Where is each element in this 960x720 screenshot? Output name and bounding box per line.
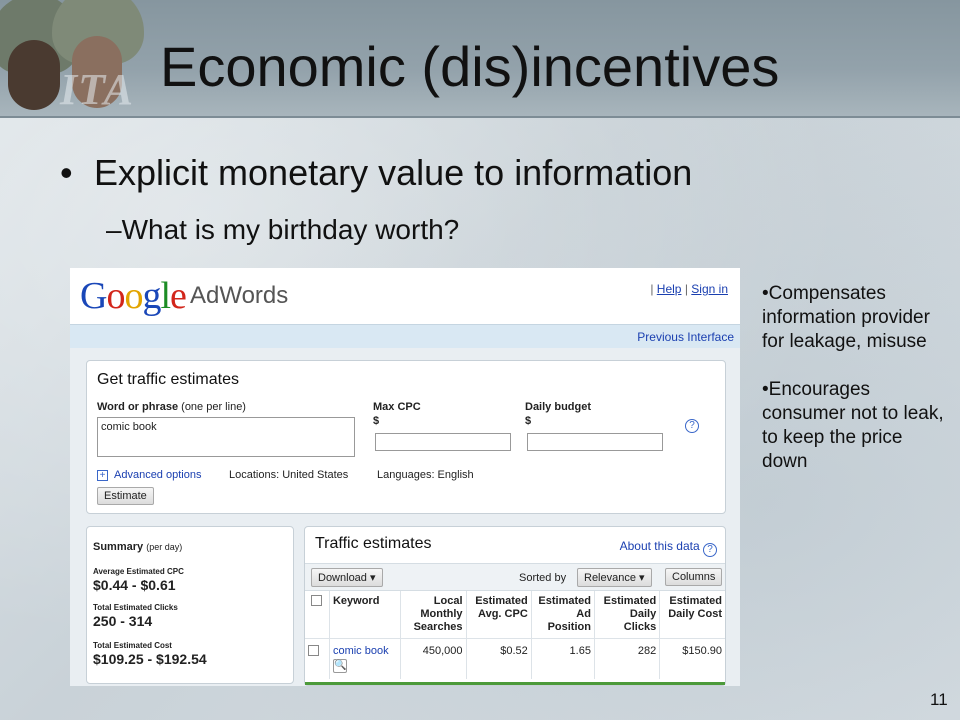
languages-text: Languages: English	[377, 469, 474, 481]
advanced-options-link[interactable]: + Advanced options	[97, 469, 201, 481]
help-link[interactable]: Help	[657, 282, 682, 296]
about-help-icon: ?	[703, 543, 717, 557]
col-position[interactable]: Estimated Ad Position	[531, 591, 595, 639]
select-all-checkbox[interactable]	[311, 595, 323, 606]
word-label: Word or phrase (one per line)	[97, 401, 246, 413]
table-toolbar: Download ▾ Sorted by Relevance ▾ Columns	[305, 563, 725, 591]
traffic-title: Traffic estimates	[315, 535, 432, 552]
previous-interface-link[interactable]: Previous Interface	[637, 330, 734, 344]
page-number: 11	[930, 690, 948, 709]
col-cpc[interactable]: Estimated Avg. CPC	[466, 591, 532, 639]
estimate-button[interactable]: Estimate	[97, 487, 154, 505]
about-data-link[interactable]: About this data ?	[620, 539, 717, 557]
bullet-dot: •	[60, 152, 73, 193]
col-keyword[interactable]: Keyword	[329, 591, 402, 639]
traffic-table: Keyword Local Monthly Searches Estimated…	[305, 591, 725, 679]
row-checkbox[interactable]	[308, 645, 319, 656]
sub-bullet: –What is my birthday worth?	[106, 214, 460, 245]
ita-logo: ITA	[60, 65, 134, 114]
table-row: comic book 🔍 450,000 $0.52 1.65 282 $150…	[305, 638, 725, 679]
magnifier-icon[interactable]: 🔍	[332, 659, 347, 673]
max-cpc-input[interactable]	[375, 433, 511, 451]
table-bottom-border	[305, 682, 725, 685]
top-links: | Help | Sign in	[650, 282, 728, 296]
form-title: Get traffic estimates	[97, 371, 239, 388]
daily-budget-input[interactable]	[527, 433, 663, 451]
adwords-product-name: AdWords	[190, 282, 289, 309]
columns-button[interactable]: Columns	[665, 568, 723, 586]
cell-clicks: 282	[594, 638, 661, 679]
plus-icon: +	[97, 470, 108, 481]
adwords-header: Google AdWords | Help | Sign in	[70, 268, 740, 324]
slide-header: ITA Economic (dis)incentives	[0, 0, 960, 118]
sorted-by-label: Sorted by	[519, 572, 567, 584]
google-logo: Google	[80, 275, 187, 317]
max-cpc-currency: $	[373, 415, 380, 427]
cost-label: Total Estimated Cost	[93, 641, 172, 650]
nav-bar: Previous Interface	[70, 324, 740, 348]
bullet-main: • Explicit monetary value to information	[60, 152, 692, 194]
clicks-value: 250 - 314	[93, 613, 153, 629]
cell-position: 1.65	[531, 638, 595, 679]
summary-panel: Summary (per day) Average Estimated CPC …	[86, 526, 294, 684]
side-notes: •Compensates information provider for le…	[762, 282, 952, 498]
max-cpc-label: Max CPC	[373, 401, 421, 413]
traffic-estimates-panel: Traffic estimates About this data ? Down…	[304, 526, 726, 686]
keyword-link[interactable]: comic book	[333, 645, 389, 657]
note-encourages: •Encourages consumer not to leak, to kee…	[762, 379, 944, 472]
help-icon[interactable]: ?	[685, 419, 699, 433]
download-button[interactable]: Download ▾	[311, 568, 383, 587]
locations-text: Locations: United States	[229, 469, 349, 481]
note-compensates: •Compensates information provider for le…	[762, 283, 930, 352]
summary-title: Summary (per day)	[93, 541, 183, 553]
col-cost[interactable]: Estimated Daily Cost	[659, 591, 725, 639]
col-clicks[interactable]: Estimated Daily Clicks	[594, 591, 661, 639]
sign-in-link[interactable]: Sign in	[691, 282, 728, 296]
clicks-label: Total Estimated Clicks	[93, 603, 178, 612]
col-searches[interactable]: Local Monthly Searches	[400, 591, 467, 639]
cell-cpc: $0.52	[466, 638, 532, 679]
slide-title: Economic (dis)incentives	[160, 35, 780, 98]
traffic-estimate-form: Get traffic estimates Word or phrase (on…	[86, 360, 726, 514]
keyword-textarea[interactable]: comic book	[97, 417, 355, 457]
avg-cpc-value: $0.44 - $0.61	[93, 577, 176, 593]
adwords-screenshot: Google AdWords | Help | Sign in Previous…	[70, 268, 740, 686]
relevance-dropdown[interactable]: Relevance ▾	[577, 568, 652, 587]
cost-value: $109.25 - $192.54	[93, 651, 207, 667]
avg-cpc-label: Average Estimated CPC	[93, 567, 184, 576]
cell-cost: $150.90	[659, 638, 725, 679]
bullet-text: Explicit monetary value to information	[94, 152, 693, 193]
daily-budget-currency: $	[525, 415, 532, 427]
daily-budget-label: Daily budget	[525, 401, 592, 413]
cell-searches: 450,000	[400, 638, 467, 679]
